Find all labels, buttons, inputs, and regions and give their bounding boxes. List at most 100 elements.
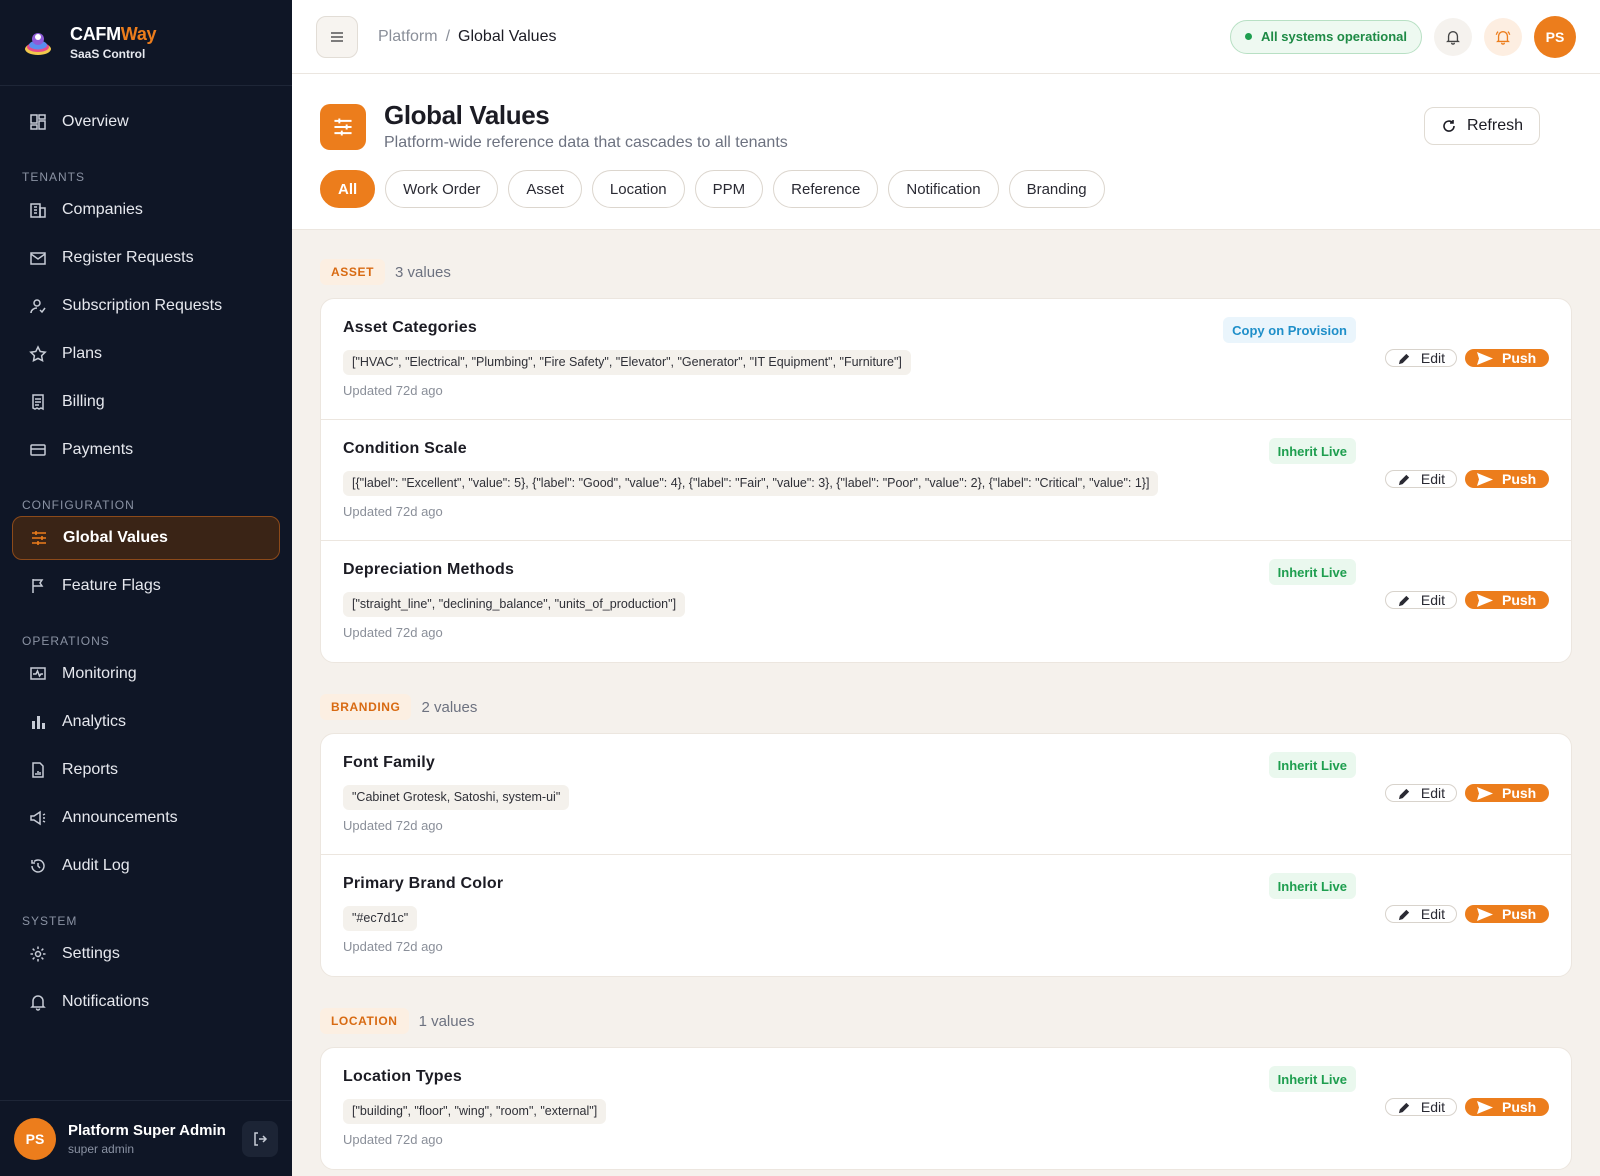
sidebar-item-label: Reports <box>62 761 119 778</box>
sidebar-item-plans[interactable]: Plans <box>12 332 280 376</box>
sidebar-item-register-requests[interactable]: Register Requests <box>12 236 280 280</box>
sidebar-item-subscription-requests[interactable]: Subscription Requests <box>12 284 280 328</box>
breadcrumb-root[interactable]: Platform <box>378 28 438 46</box>
push-label: Push <box>1502 350 1537 366</box>
sidebar-item-global-values[interactable]: Global Values <box>12 516 280 560</box>
sidebar-item-reports[interactable]: Reports <box>12 748 280 792</box>
filter-chip-branding[interactable]: Branding <box>1008 170 1105 208</box>
updated-time: Updated 72d ago <box>343 625 443 640</box>
history-icon <box>28 856 48 876</box>
bell-icon <box>28 992 48 1012</box>
page-subtitle: Platform-wide reference data that cascad… <box>384 134 788 151</box>
category-filters: All Work Order Asset Location PPM Refere… <box>320 170 1115 208</box>
sidebar-item-label: Companies <box>62 201 143 218</box>
updated-time: Updated 72d ago <box>343 1132 443 1147</box>
group-card: Location Types ["building", "floor", "wi… <box>320 1047 1572 1170</box>
list-item: Asset Categories ["HVAC", "Electrical", … <box>321 299 1571 420</box>
value-title: Font Family <box>343 754 435 771</box>
group-header: ASSET 3 values <box>320 252 1572 292</box>
refresh-button[interactable]: Refresh <box>1423 107 1540 145</box>
status-badge[interactable]: All systems operational <box>1230 19 1422 54</box>
status-text: All systems operational <box>1261 29 1407 44</box>
sidebar-item-analytics[interactable]: Analytics <box>12 700 280 744</box>
grid-icon <box>28 112 48 132</box>
push-button[interactable]: Push <box>1465 1098 1549 1116</box>
edit-button[interactable]: Edit <box>1384 1098 1457 1116</box>
value-content: "Cabinet Grotesk, Satoshi, system-ui" <box>343 785 570 810</box>
sidebar-item-label: Overview <box>62 113 129 130</box>
group-count: 1 values <box>418 1012 475 1030</box>
push-label: Push <box>1502 592 1537 608</box>
bell-icon <box>1446 30 1460 45</box>
filter-chip-ppm[interactable]: PPM <box>694 170 764 208</box>
avatar[interactable]: PS <box>1534 15 1576 58</box>
monitor-pulse-icon <box>28 664 48 684</box>
sidebar-item-companies[interactable]: Companies <box>12 188 280 232</box>
filter-chip-asset[interactable]: Asset <box>508 170 582 208</box>
list-item: Font Family "Cabinet Grotesk, Satoshi, s… <box>321 734 1571 855</box>
edit-button[interactable]: Edit <box>1384 349 1457 367</box>
brand-name-accent: Way <box>120 24 157 44</box>
group-tag: BRANDING <box>320 694 412 720</box>
send-icon <box>1477 593 1493 607</box>
updated-time: Updated 72d ago <box>343 504 443 519</box>
filter-chip-work-order[interactable]: Work Order <box>385 170 499 208</box>
value-content: [{"label": "Excellent", "value": 5}, {"l… <box>343 471 1159 496</box>
brand[interactable]: CAFMWay SaaS Control <box>0 0 292 86</box>
sidebar-item-feature-flags[interactable]: Feature Flags <box>12 564 280 608</box>
brand-subtitle: SaaS Control <box>70 47 146 61</box>
filter-chip-notification[interactable]: Notification <box>888 170 999 208</box>
sidebar-item-audit-log[interactable]: Audit Log <box>12 844 280 888</box>
value-content: ["straight_line", "declining_balance", "… <box>343 592 686 617</box>
edit-button[interactable]: Edit <box>1384 784 1457 802</box>
logout-button[interactable] <box>242 1120 278 1157</box>
sidebar-item-payments[interactable]: Payments <box>12 428 280 472</box>
sliders-icon <box>320 104 366 150</box>
edit-button[interactable]: Edit <box>1384 591 1457 609</box>
push-button[interactable]: Push <box>1465 784 1549 802</box>
push-button[interactable]: Push <box>1465 470 1549 488</box>
alerts-button[interactable] <box>1484 17 1522 56</box>
edit-label: Edit <box>1420 785 1445 801</box>
sidebar-item-billing[interactable]: Billing <box>12 380 280 424</box>
list-item: Primary Brand Color "#ec7d1c" Updated 72… <box>321 855 1571 976</box>
gear-icon <box>28 944 48 964</box>
send-icon <box>1477 907 1493 921</box>
edit-button[interactable]: Edit <box>1384 905 1457 923</box>
filter-chip-reference[interactable]: Reference <box>773 170 879 208</box>
menu-toggle-button[interactable] <box>316 15 358 58</box>
push-label: Push <box>1502 906 1537 922</box>
push-button[interactable]: Push <box>1465 591 1549 609</box>
sidebar-item-notifications[interactable]: Notifications <box>12 980 280 1024</box>
sidebar-item-overview[interactable]: Overview <box>12 100 280 144</box>
updated-time: Updated 72d ago <box>343 939 443 954</box>
filter-chip-location[interactable]: Location <box>591 170 685 208</box>
logout-icon <box>254 1131 268 1146</box>
sliders-icon <box>29 528 49 548</box>
push-button[interactable]: Push <box>1465 905 1549 923</box>
push-button[interactable]: Push <box>1465 349 1549 367</box>
sidebar-item-settings[interactable]: Settings <box>12 932 280 976</box>
sidebar-item-label: Global Values <box>63 529 168 546</box>
filter-chip-all[interactable]: All <box>320 170 376 208</box>
group-count: 3 values <box>395 263 451 281</box>
notifications-button[interactable] <box>1434 17 1472 56</box>
group-count: 2 values <box>421 698 478 716</box>
mode-badge: Inherit Live <box>1268 559 1356 585</box>
avatar[interactable]: PS <box>14 1117 56 1160</box>
mode-badge: Inherit Live <box>1268 873 1356 899</box>
send-icon <box>1477 786 1493 800</box>
sidebar-item-monitoring[interactable]: Monitoring <box>12 652 280 696</box>
sidebar-item-announcements[interactable]: Announcements <box>12 796 280 840</box>
pencil-icon <box>1398 909 1410 920</box>
updated-time: Updated 72d ago <box>343 818 443 833</box>
value-content: ["building", "floor", "wing", "room", "e… <box>343 1099 607 1124</box>
edit-button[interactable]: Edit <box>1384 470 1457 488</box>
edit-label: Edit <box>1420 592 1445 608</box>
updated-time: Updated 72d ago <box>343 383 443 398</box>
breadcrumb-current: Global Values <box>458 27 557 45</box>
value-title: Asset Categories <box>343 319 477 336</box>
group-tag: ASSET <box>320 259 386 285</box>
user-role: super admin <box>68 1141 135 1156</box>
sidebar-item-label: Notifications <box>62 993 150 1010</box>
